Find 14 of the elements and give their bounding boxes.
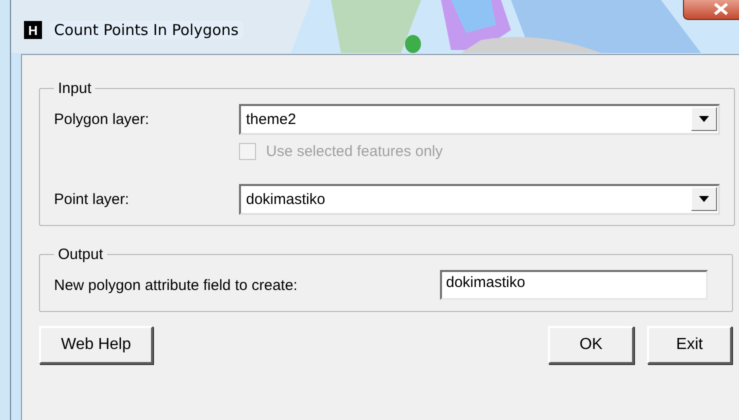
ok-button[interactable]: OK [548, 326, 634, 364]
app-icon: H [24, 21, 42, 39]
window-title: Count Points In Polygons [50, 21, 243, 39]
input-field[interactable]: dokimastiko [440, 270, 708, 300]
field-label: Point layer: [54, 190, 130, 208]
field-label: New polygon attribute field to create: [54, 276, 298, 294]
point-layer-dropdown[interactable]: dokimastiko [239, 184, 720, 214]
help-button[interactable]: Web Help [39, 326, 153, 364]
exit-button[interactable]: Exit [647, 326, 732, 364]
polygon-layer-dropdown[interactable]: theme2 [239, 104, 720, 134]
field-label: Polygon layer: [54, 110, 150, 128]
group-title: Output [57, 246, 104, 263]
group-title: Input [57, 80, 92, 97]
checkbox-label: Use selected features only [266, 142, 443, 160]
